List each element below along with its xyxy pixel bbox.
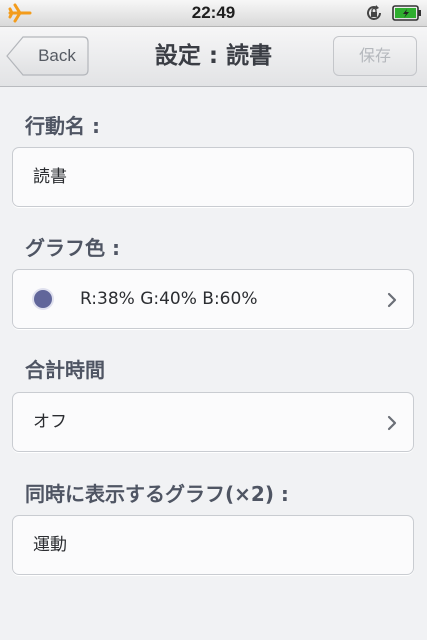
- save-button[interactable]: 保存: [333, 36, 417, 76]
- action-name-value: 読書: [33, 167, 67, 187]
- battery-charging-icon: [392, 5, 421, 21]
- action-name-field[interactable]: 読書: [12, 147, 414, 207]
- orientation-lock-icon: [367, 5, 381, 20]
- simultaneous-graph-label: 同時に表示するグラフ(×2) :: [25, 482, 289, 506]
- color-swatch: [34, 290, 52, 308]
- graph-color-label: グラフ色 :: [25, 236, 120, 260]
- total-time-label: 合計時間: [25, 358, 105, 382]
- navigation-bar: Back 設定 : 読書 保存: [0, 27, 427, 87]
- graph-color-value: R:38% G:40% B:60%: [80, 289, 258, 309]
- chevron-right-icon: [387, 415, 397, 431]
- status-bar: 22:49: [0, 0, 427, 27]
- total-time-row[interactable]: オフ: [12, 392, 414, 452]
- status-time: 22:49: [191, 3, 236, 22]
- simultaneous-graph-value: 運動: [33, 535, 67, 555]
- action-name-label: 行動名 :: [25, 114, 100, 138]
- chevron-right-icon: [387, 292, 397, 308]
- graph-color-row[interactable]: R:38% G:40% B:60%: [12, 269, 414, 329]
- simultaneous-graph-field[interactable]: 運動: [12, 515, 414, 575]
- back-button[interactable]: Back: [6, 36, 89, 76]
- total-time-value: オフ: [33, 412, 67, 432]
- back-button-label: Back: [38, 46, 76, 65]
- page-title: 設定 : 読書: [154, 43, 273, 69]
